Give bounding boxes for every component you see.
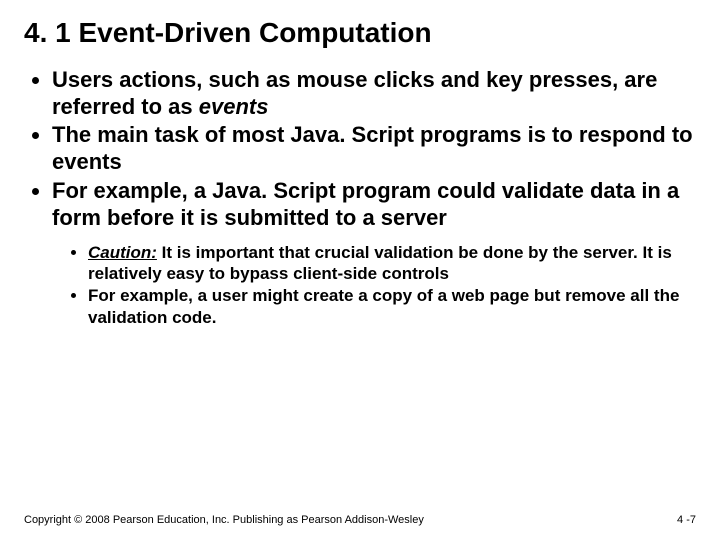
caution-label: Caution: <box>88 243 157 262</box>
bullet-text: For example, a user might create a copy … <box>88 286 679 326</box>
page-number: 4 -7 <box>677 514 696 526</box>
bullet-text: It is important that crucial validation … <box>88 243 672 283</box>
slide: 4. 1 Event-Driven Computation Users acti… <box>0 0 720 540</box>
copyright-footer: Copyright © 2008 Pearson Education, Inc.… <box>24 514 424 526</box>
slide-title: 4. 1 Event-Driven Computation <box>24 18 696 49</box>
list-item: The main task of most Java. Script progr… <box>52 122 696 176</box>
list-item: For example, a Java. Script program coul… <box>52 178 696 328</box>
list-item: For example, a user might create a copy … <box>88 285 696 328</box>
bullet-text: The main task of most Java. Script progr… <box>52 122 693 174</box>
bullet-list-level2: Caution: It is important that crucial va… <box>52 242 696 328</box>
list-item: Users actions, such as mouse clicks and … <box>52 67 696 121</box>
list-item: Caution: It is important that crucial va… <box>88 242 696 285</box>
bullet-emph: events <box>199 94 269 119</box>
bullet-text: Users actions, such as mouse clicks and … <box>52 67 657 119</box>
bullet-list-level1: Users actions, such as mouse clicks and … <box>24 67 696 328</box>
bullet-text: For example, a Java. Script program coul… <box>52 178 679 230</box>
